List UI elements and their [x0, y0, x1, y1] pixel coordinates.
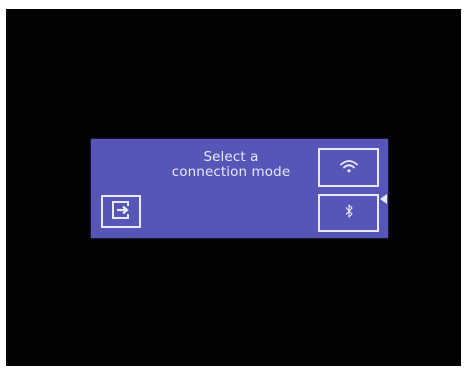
exit-button[interactable] [101, 195, 141, 228]
wifi-icon [339, 158, 359, 177]
bluetooth-icon [344, 203, 354, 223]
dialog-prompt: Select a connection mode [170, 150, 292, 180]
selection-indicator [380, 194, 387, 204]
bluetooth-mode-button[interactable] [318, 194, 379, 232]
prompt-line-1: Select a [203, 149, 259, 165]
wifi-mode-button[interactable] [318, 148, 379, 187]
prompt-line-2: connection mode [171, 164, 291, 180]
exit-arrow-icon [110, 200, 132, 224]
